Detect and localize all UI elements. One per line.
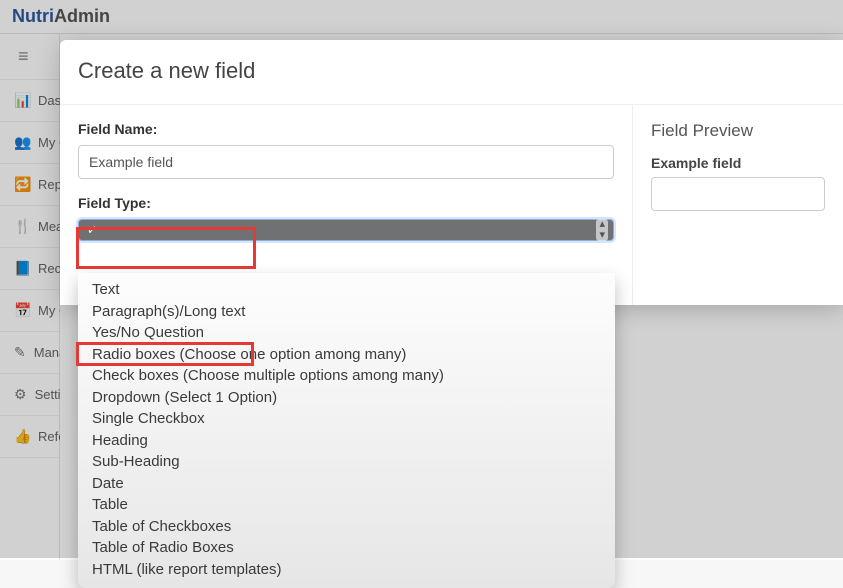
preview-field-input bbox=[651, 177, 825, 211]
field-type-dropdown: Text Paragraph(s)/Long text Yes/No Quest… bbox=[78, 273, 615, 588]
dropdown-option-dropdown[interactable]: Dropdown (Select 1 Option) bbox=[78, 387, 615, 409]
dropdown-option-heading[interactable]: Heading bbox=[78, 430, 615, 452]
preview-field-label: Example field bbox=[651, 155, 825, 171]
create-field-modal: Create a new field Field Name: Field Typ… bbox=[60, 40, 843, 305]
dropdown-option-single-checkbox[interactable]: Single Checkbox bbox=[78, 408, 615, 430]
dropdown-option-table-checkboxes[interactable]: Table of Checkboxes bbox=[78, 516, 615, 538]
select-arrows-icon: ▴▾ bbox=[596, 219, 608, 241]
modal-title: Create a new field bbox=[60, 40, 843, 105]
dropdown-option-paragraph[interactable]: Paragraph(s)/Long text bbox=[78, 301, 615, 323]
dropdown-option-date[interactable]: Date bbox=[78, 473, 615, 495]
field-preview-panel: Field Preview Example field bbox=[633, 105, 843, 305]
preview-title: Field Preview bbox=[651, 121, 825, 141]
dropdown-option-html[interactable]: HTML (like report templates) bbox=[78, 559, 615, 581]
dropdown-option-subheading[interactable]: Sub-Heading bbox=[78, 451, 615, 473]
field-name-label: Field Name: bbox=[78, 121, 614, 137]
field-name-input[interactable] bbox=[78, 145, 614, 179]
dropdown-option-radio[interactable]: Radio boxes (Choose one option among man… bbox=[78, 344, 615, 366]
dropdown-option-table[interactable]: Table bbox=[78, 494, 615, 516]
modal-form: Field Name: Field Type: ✓ ▴▾ Text Paragr… bbox=[60, 105, 633, 305]
field-type-label: Field Type: bbox=[78, 195, 614, 211]
dropdown-option-checkboxes[interactable]: Check boxes (Choose multiple options amo… bbox=[78, 365, 615, 387]
dropdown-option-yesno[interactable]: Yes/No Question bbox=[78, 322, 615, 344]
dropdown-option-table-radio[interactable]: Table of Radio Boxes bbox=[78, 537, 615, 559]
check-icon: ✓ bbox=[87, 223, 97, 237]
field-type-select[interactable]: ✓ ▴▾ bbox=[78, 219, 614, 241]
dropdown-option-text[interactable]: Text bbox=[78, 279, 615, 301]
